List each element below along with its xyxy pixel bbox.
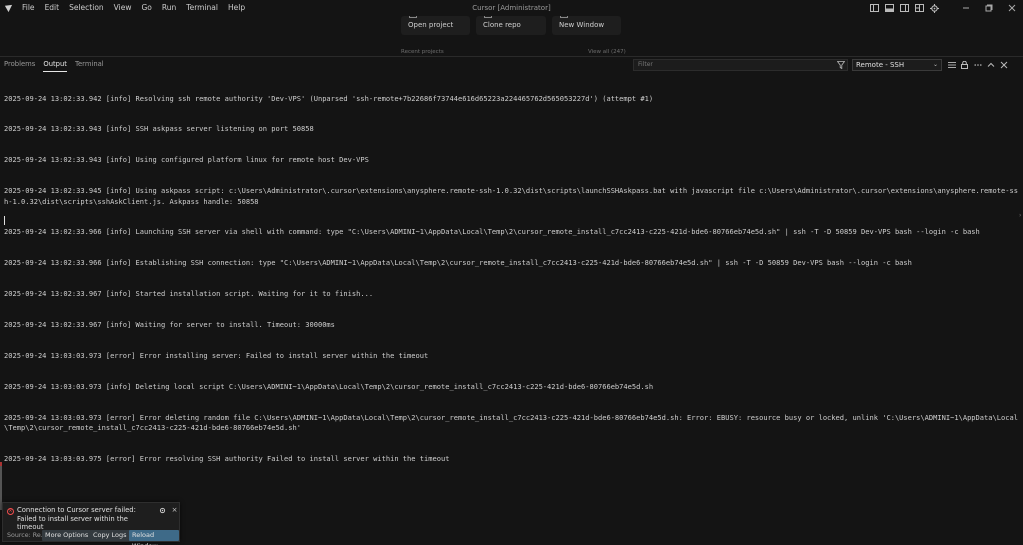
open-project-label: Open project bbox=[408, 21, 454, 29]
folder-icon bbox=[409, 16, 417, 18]
toggle-panel-icon[interactable] bbox=[882, 0, 897, 16]
repo-icon bbox=[484, 16, 492, 18]
log-line: 2025-09-24 13:02:33.967 [info] Waiting f… bbox=[4, 320, 335, 330]
customize-layout-icon[interactable] bbox=[912, 0, 927, 16]
output-filter-input[interactable]: Filter bbox=[633, 59, 848, 71]
toggle-secondary-sidebar-icon[interactable] bbox=[897, 0, 912, 16]
tab-output[interactable]: Output bbox=[39, 57, 71, 72]
log-line: 2025-09-24 13:03:03.973 [error] Error in… bbox=[4, 351, 429, 361]
more-actions-icon[interactable] bbox=[971, 59, 984, 71]
welcome-page: Open project Clone repo New Window Recen… bbox=[0, 16, 1023, 56]
menu-view[interactable]: View bbox=[109, 0, 137, 16]
maximize-panel-icon[interactable] bbox=[984, 59, 997, 71]
log-line: 2025-09-24 13:02:33.943 [info] SSH askpa… bbox=[4, 124, 314, 134]
menu-bar: File Edit Selection View Go Run Terminal… bbox=[17, 0, 250, 16]
new-window-icon bbox=[560, 16, 568, 18]
title-bar: File Edit Selection View Go Run Terminal… bbox=[0, 0, 1023, 16]
menu-help[interactable]: Help bbox=[223, 0, 250, 16]
log-line: 2025-09-24 13:02:33.966 [info] Launching… bbox=[4, 227, 980, 237]
new-window-label: New Window bbox=[559, 21, 605, 29]
title-actions bbox=[867, 0, 1023, 16]
notification-settings-gear-icon[interactable] bbox=[158, 506, 167, 515]
filter-icon[interactable] bbox=[836, 59, 846, 70]
settings-gear-icon[interactable] bbox=[927, 0, 942, 16]
menu-go[interactable]: Go bbox=[136, 0, 156, 16]
channel-select-value: Remote - SSH bbox=[856, 61, 905, 69]
menu-file[interactable]: File bbox=[17, 0, 40, 16]
panel-actions bbox=[945, 59, 1010, 71]
log-line: 2025-09-24 13:03:03.973 [error] Error de… bbox=[4, 412, 1018, 433]
chevron-down-icon: ⌄ bbox=[932, 61, 938, 68]
open-project-card[interactable]: Open project bbox=[401, 16, 470, 35]
log-line: 2025-09-24 13:02:33.966 [info] Establish… bbox=[4, 258, 912, 268]
log-line: 2025-09-24 13:03:03.973 [info] Deleting … bbox=[4, 381, 654, 391]
error-icon: × bbox=[7, 508, 14, 515]
log-line: 2025-09-24 13:02:33.942 [info] Resolving… bbox=[4, 93, 654, 103]
new-window-card[interactable]: New Window bbox=[552, 16, 621, 35]
menu-selection[interactable]: Selection bbox=[64, 0, 109, 16]
close-window-icon[interactable] bbox=[1000, 0, 1023, 16]
text-cursor bbox=[4, 216, 5, 225]
log-line: 2025-09-24 13:02:33.943 [info] Using con… bbox=[4, 155, 369, 165]
error-notification: × Connection to Cursor server failed: Fa… bbox=[2, 502, 180, 545]
view-all-link[interactable]: View all (247) bbox=[588, 49, 626, 55]
list-view-icon[interactable] bbox=[945, 59, 958, 71]
log-line: 2025-09-24 13:03:03.975 [error] Error re… bbox=[4, 453, 450, 463]
output-channel-select[interactable]: Remote - SSH ⌄ bbox=[852, 59, 942, 71]
notification-source: Source: Re... bbox=[7, 532, 47, 539]
clone-repo-card[interactable]: Clone repo bbox=[476, 16, 546, 35]
recent-projects-label: Recent projects bbox=[401, 49, 444, 55]
menu-edit[interactable]: Edit bbox=[40, 0, 65, 16]
reload-window-button[interactable]: Reload Window bbox=[129, 530, 179, 545]
copy-logs-button[interactable]: Copy Logs bbox=[90, 530, 130, 541]
notification-close-icon[interactable]: × bbox=[170, 506, 179, 515]
more-options-button[interactable]: More Options bbox=[42, 530, 92, 541]
log-line: 2025-09-24 13:02:33.967 [info] Started i… bbox=[4, 289, 374, 299]
minimize-icon[interactable] bbox=[954, 0, 977, 16]
lock-scroll-icon[interactable] bbox=[958, 59, 971, 71]
menu-terminal[interactable]: Terminal bbox=[181, 0, 223, 16]
notification-message: Connection to Cursor server failed: Fail… bbox=[17, 506, 136, 532]
cursor-logo-icon[interactable] bbox=[1, 1, 15, 15]
output-log[interactable]: 2025-09-24 13:02:33.942 [info] Resolving… bbox=[4, 73, 1019, 475]
tab-terminal[interactable]: Terminal bbox=[71, 57, 108, 72]
menu-run[interactable]: Run bbox=[157, 0, 181, 16]
clone-repo-label: Clone repo bbox=[483, 21, 521, 29]
tab-problems[interactable]: Problems bbox=[0, 57, 39, 72]
log-line: 2025-09-24 13:02:33.945 [info] Using ask… bbox=[4, 186, 1018, 206]
scroll-indicator-icon: › bbox=[1019, 212, 1022, 219]
restore-icon[interactable] bbox=[977, 0, 1000, 16]
toggle-primary-sidebar-icon[interactable] bbox=[867, 0, 882, 16]
close-panel-icon[interactable] bbox=[997, 59, 1010, 71]
